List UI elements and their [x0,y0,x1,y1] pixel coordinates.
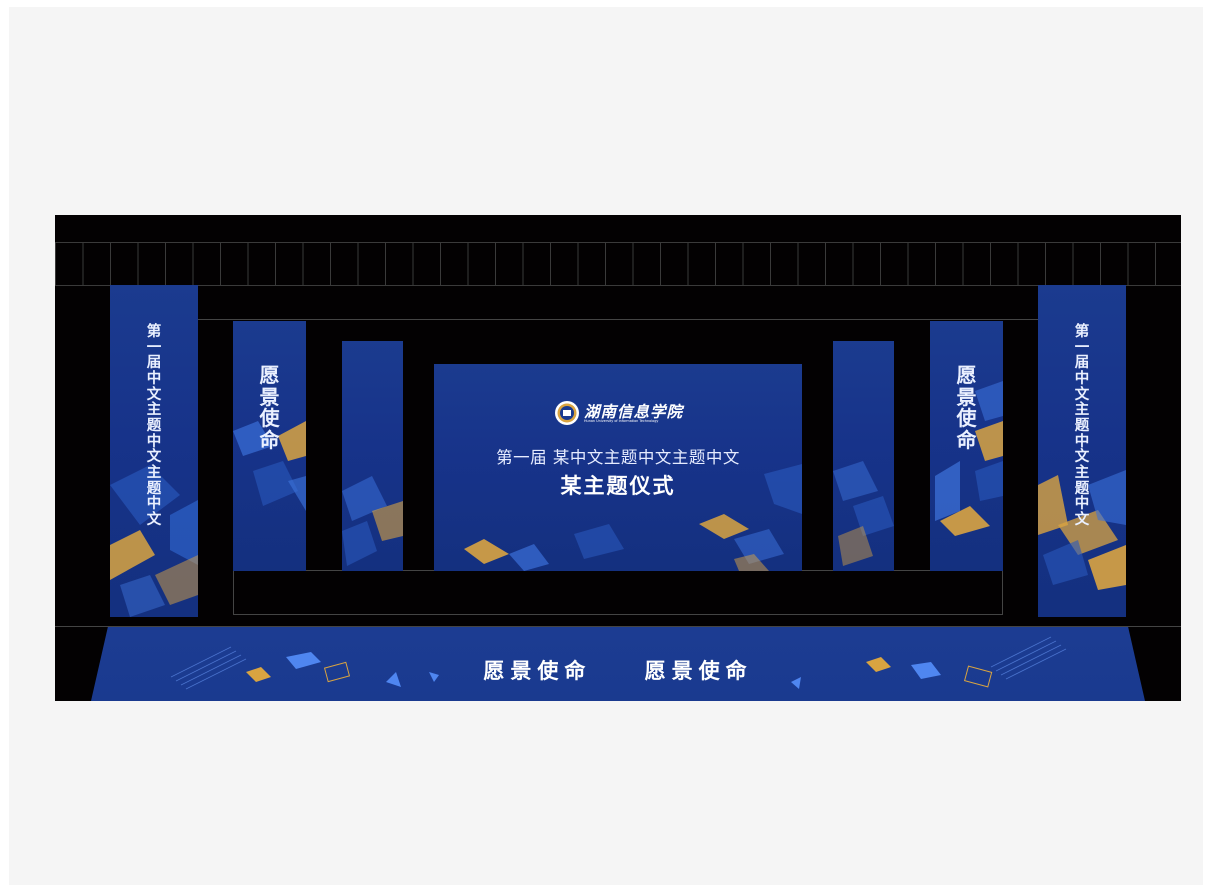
right-narrow-panel [833,341,894,571]
banner-char: 文 [1074,449,1090,466]
geometric-decoration [342,476,403,566]
banner-char: 中 [1074,433,1090,450]
panel-char: 使 [956,406,977,431]
banner-char: 中 [146,370,162,387]
stage-render: 第 一 届 中 文 主 题 中 文 主 题 中 文 愿 景 使 命 湖南信息学院… [55,215,1181,701]
banner-char: 届 [1074,355,1090,372]
right-banner: 第 一 届 中 文 主 题 中 文 主 题 中 文 [1038,285,1126,617]
panel-char: 景 [956,384,977,409]
banner-char: 文 [1074,386,1090,403]
panel-char: 命 [259,427,280,452]
logo-subtitle: Hunan University of Information Technolo… [584,419,659,423]
banner-char: 题 [1074,417,1090,434]
banner-char: 中 [1074,370,1090,387]
banner-char: 中 [146,496,162,513]
left-side-panel-text: 愿 景 使 命 [233,363,306,452]
banner-char: 中 [1074,496,1090,513]
banner-char: 中 [146,433,162,450]
university-logo: 湖南信息学院 Hunan University of Information T… [554,398,684,430]
left-side-panel: 愿 景 使 命 [233,321,306,571]
floor-slogan: 愿景使命 愿景使命 [91,655,1145,685]
right-banner-text: 第 一 届 中 文 主 题 中 文 主 题 中 文 [1038,324,1126,529]
left-banner: 第 一 届 中 文 主 题 中 文 主 题 中 文 [110,285,198,617]
panel-char: 景 [259,384,280,409]
banner-char: 题 [146,480,162,497]
right-side-panel: 愿 景 使 命 [930,321,1003,571]
banner-char: 第 [1074,324,1090,340]
panel-char: 愿 [259,363,280,387]
left-banner-text: 第 一 届 中 文 主 题 中 文 主 题 中 文 [110,324,198,529]
panel-char: 使 [259,406,280,431]
banner-char: 题 [1074,480,1090,497]
banner-char: 主 [1074,464,1090,481]
floor-slogan-left: 愿景使命 [483,659,592,683]
banner-char: 文 [146,511,162,528]
screen-title-line1: 第一届 某中文主题中文主题中文 [496,448,740,467]
banner-char: 文 [146,449,162,466]
upper-stage-frame [198,319,1038,320]
stage-floor-banner: 愿景使命 愿景使命 [91,627,1145,701]
lighting-truss [55,242,1181,286]
emblem-icon [555,401,579,425]
banner-char: 主 [146,464,162,481]
floor-slogan-right: 愿景使命 [644,659,753,683]
banner-char: 一 [1074,339,1090,356]
center-led-screen: 湖南信息学院 Hunan University of Information T… [434,364,802,571]
banner-char: 主 [1074,402,1090,419]
right-side-panel-text: 愿 景 使 命 [930,363,1003,452]
panel-char: 命 [956,427,977,452]
banner-char: 题 [146,417,162,434]
banner-char: 第 [146,324,162,340]
panel-char: 愿 [956,363,977,387]
riser-frame [233,570,1003,615]
floor-edge [55,626,1181,627]
banner-char: 文 [1074,511,1090,528]
banner-char: 届 [146,355,162,372]
banner-char: 主 [146,402,162,419]
banner-char: 文 [146,386,162,403]
banner-char: 一 [146,339,162,356]
screen-title-line2: 某主题仪式 [560,474,676,498]
left-narrow-panel [342,341,403,571]
geometric-decoration [833,461,894,566]
